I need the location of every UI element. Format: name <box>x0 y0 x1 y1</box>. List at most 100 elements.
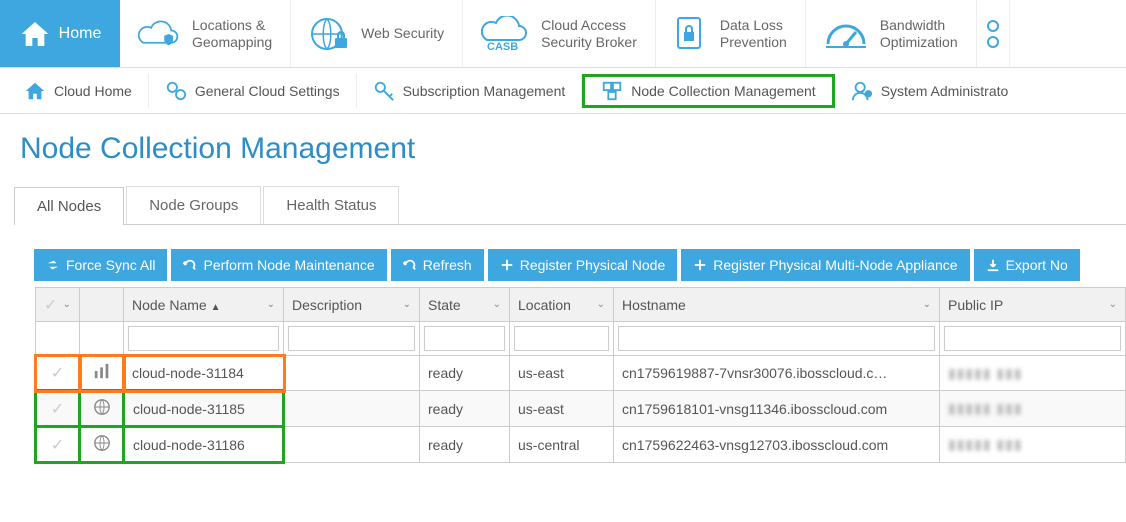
col-location[interactable]: Location⌄ <box>510 288 614 322</box>
filter-public-ip[interactable] <box>944 326 1121 351</box>
register-node-button[interactable]: Register Physical Node <box>488 249 678 281</box>
plus-icon <box>500 258 514 272</box>
nodes-icon <box>601 80 623 102</box>
refresh-icon <box>183 258 197 272</box>
nav-more[interactable] <box>977 0 1010 67</box>
nav-bandwidth[interactable]: Bandwidth Optimization <box>806 0 977 67</box>
gears-icon <box>165 80 187 102</box>
col-public-ip[interactable]: Public IP⌄ <box>940 288 1126 322</box>
cell-description <box>284 427 420 463</box>
more-icon <box>985 16 1001 52</box>
gauge-icon <box>824 18 868 50</box>
subnav-label: Cloud Home <box>54 83 132 99</box>
globe-lock-icon <box>309 16 349 52</box>
subnav-node-collection[interactable]: Node Collection Management <box>582 74 834 108</box>
col-node-name[interactable]: Node Name ▲⌄ <box>124 288 284 322</box>
cell-hostname: cn1759618101-vnsg11346.ibosscloud.com <box>614 391 940 427</box>
cell-description <box>284 356 420 391</box>
nav-bandwidth-label: Bandwidth Optimization <box>880 17 958 49</box>
cell-node-name: cloud-node-31186 <box>124 427 284 463</box>
nav-dlp-label: Data Loss Prevention <box>720 17 787 49</box>
house-icon <box>24 80 46 102</box>
table-row[interactable]: ✓ cloud-node-31186 ready us-central cn17… <box>36 427 1126 463</box>
admin-icon <box>851 80 873 102</box>
cell-description <box>284 391 420 427</box>
globe-icon <box>93 434 111 452</box>
sub-nav: Cloud Home General Cloud Settings Subscr… <box>0 68 1126 114</box>
cell-public-ip: ▮▮▮▮▮ ▮▮▮ <box>940 356 1126 391</box>
col-state[interactable]: State⌄ <box>420 288 510 322</box>
row-check[interactable]: ✓ <box>51 401 64 418</box>
home-icon <box>19 18 51 50</box>
nodes-table: ✓⌄ Node Name ▲⌄ Description⌄ State⌄ Loca… <box>34 287 1126 464</box>
table-row[interactable]: ✓ cloud-node-31184 ready us-east cn17596… <box>36 356 1126 391</box>
cloud-shield-icon <box>138 19 180 49</box>
col-check[interactable]: ✓⌄ <box>36 288 80 322</box>
col-icon[interactable] <box>80 288 124 322</box>
cell-node-name: cloud-node-31185 <box>124 391 284 427</box>
header-row: ✓⌄ Node Name ▲⌄ Description⌄ State⌄ Loca… <box>36 288 1126 322</box>
filter-description[interactable] <box>288 326 415 351</box>
subnav-label: Subscription Management <box>403 83 566 99</box>
table-row[interactable]: ✓ cloud-node-31185 ready us-east cn17596… <box>36 391 1126 427</box>
cell-public-ip: ▮▮▮▮▮ ▮▮▮ <box>940 391 1126 427</box>
document-lock-icon <box>674 16 708 52</box>
cell-node-name: cloud-node-31184 <box>124 356 284 391</box>
nav-web-security[interactable]: Web Security <box>291 0 463 67</box>
sync-icon <box>46 258 60 272</box>
nav-casb-label: Cloud Access Security Broker <box>541 17 637 49</box>
tabs: All Nodes Node Groups Health Status <box>14 186 1126 224</box>
nav-home-label: Home <box>59 25 102 43</box>
top-nav: Home Locations & Geomapping Web Security… <box>0 0 1126 68</box>
cell-hostname: cn1759622463-vnsg12703.ibosscloud.com <box>614 427 940 463</box>
tab-node-groups[interactable]: Node Groups <box>126 186 261 224</box>
plus-icon <box>693 258 707 272</box>
filter-row <box>36 322 1126 356</box>
subnav-subscription[interactable]: Subscription Management <box>357 74 583 108</box>
register-multi-button[interactable]: Register Physical Multi-Node Appliance <box>681 249 969 281</box>
filter-node-name[interactable] <box>128 326 279 351</box>
grid-toolbar: Force Sync All Perform Node Maintenance … <box>34 249 1126 281</box>
cell-state: ready <box>420 427 510 463</box>
tab-health[interactable]: Health Status <box>263 186 399 224</box>
filter-location[interactable] <box>514 326 609 351</box>
subnav-sys-admin[interactable]: System Administrato <box>835 74 1025 108</box>
nav-locations-label: Locations & Geomapping <box>192 17 272 49</box>
refresh-button[interactable]: Refresh <box>391 249 484 281</box>
cell-location: us-east <box>510 391 614 427</box>
cell-state: ready <box>420 391 510 427</box>
globe-icon <box>93 398 111 416</box>
col-hostname[interactable]: Hostname⌄ <box>614 288 940 322</box>
row-check[interactable]: ✓ <box>51 437 64 454</box>
filter-hostname[interactable] <box>618 326 935 351</box>
nav-home[interactable]: Home <box>0 0 120 67</box>
subnav-cloud-home[interactable]: Cloud Home <box>8 74 149 108</box>
cell-state: ready <box>420 356 510 391</box>
cell-location: us-central <box>510 427 614 463</box>
maintenance-button[interactable]: Perform Node Maintenance <box>171 249 386 281</box>
subnav-label: General Cloud Settings <box>195 83 340 99</box>
refresh-icon <box>403 258 417 272</box>
subnav-label: Node Collection Management <box>631 83 815 99</box>
nav-locations[interactable]: Locations & Geomapping <box>120 0 291 67</box>
subnav-label: System Administrato <box>881 83 1009 99</box>
col-description[interactable]: Description⌄ <box>284 288 420 322</box>
cell-hostname: cn1759619887-7vnsr30076.ibosscloud.c… <box>614 356 940 391</box>
key-icon <box>373 80 395 102</box>
row-check[interactable]: ✓ <box>51 365 64 382</box>
nav-casb[interactable]: CASB Cloud Access Security Broker <box>463 0 656 67</box>
svg-text:CASB: CASB <box>487 41 518 52</box>
cloud-casb-icon: CASB <box>481 16 529 52</box>
filter-state[interactable] <box>424 326 505 351</box>
cell-location: us-east <box>510 356 614 391</box>
cell-public-ip: ▮▮▮▮▮ ▮▮▮ <box>940 427 1126 463</box>
force-sync-button[interactable]: Force Sync All <box>34 249 167 281</box>
nav-dlp[interactable]: Data Loss Prevention <box>656 0 806 67</box>
subnav-general-settings[interactable]: General Cloud Settings <box>149 74 357 108</box>
export-button[interactable]: Export No <box>974 249 1080 281</box>
page-title: Node Collection Management <box>0 114 1126 176</box>
nav-web-security-label: Web Security <box>361 25 444 41</box>
tab-all-nodes[interactable]: All Nodes <box>14 187 124 225</box>
download-icon <box>986 258 1000 272</box>
stats-icon <box>93 362 111 380</box>
